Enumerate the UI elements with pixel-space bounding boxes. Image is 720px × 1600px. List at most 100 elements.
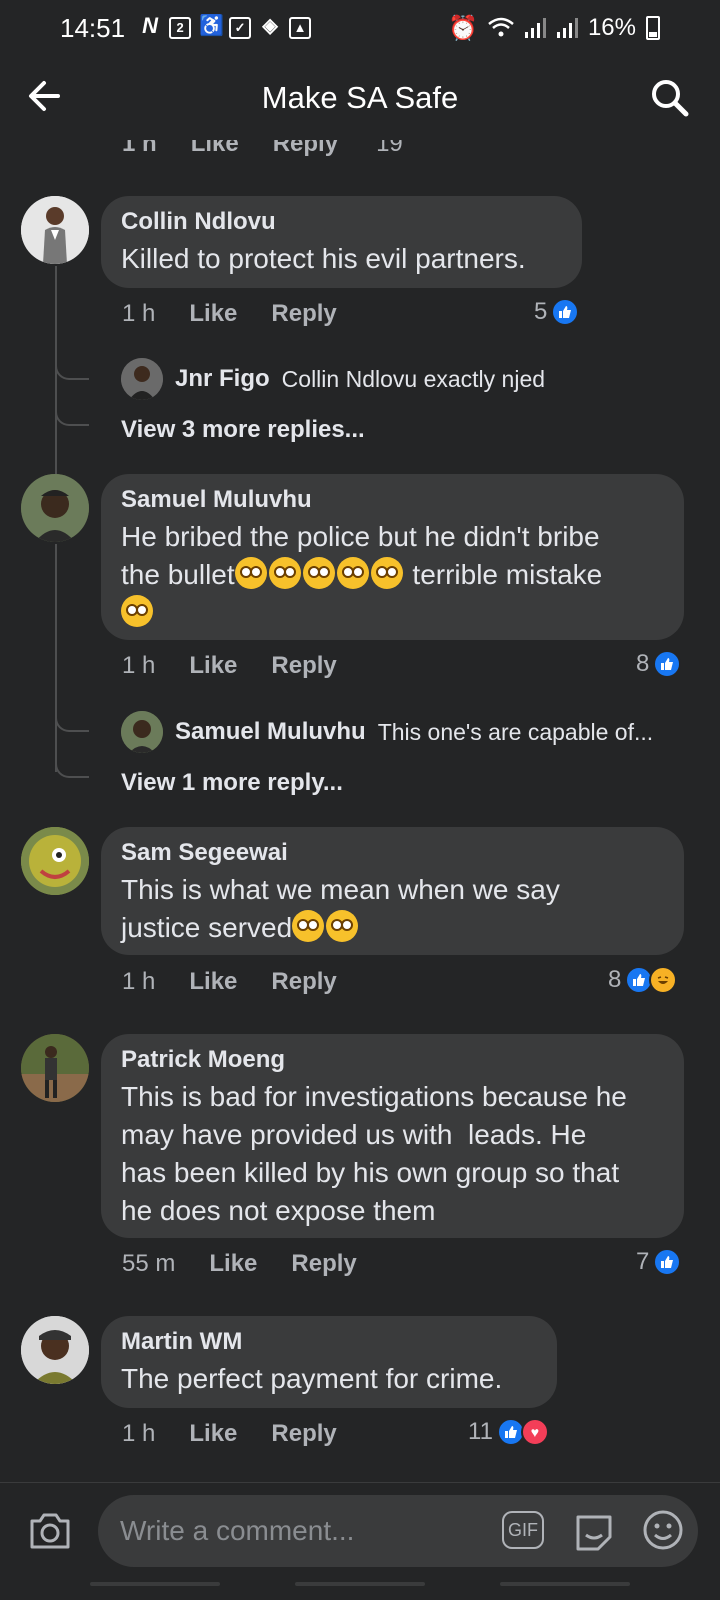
reply-button[interactable]: Reply [291,1250,356,1278]
commenter-name[interactable]: Patrick Moeng [121,1046,664,1074]
reaction-count: 11 [468,1418,493,1445]
signal-icon [524,18,546,38]
reaction-count: 5 [534,298,548,325]
diamond-icon: ◈ [262,15,278,37]
reaction-count[interactable]: 19 [376,140,403,158]
comment-text: This is what we mean when we say justice… [121,871,664,947]
comment-text-line: justice served [121,912,293,943]
reaction-summary[interactable]: 11 ♥ [468,1418,549,1446]
comment-time: 1 h [122,652,156,679]
netflix-icon: N [142,13,159,38]
system-nav-bar [0,1582,720,1600]
reaction-summary[interactable]: 5 [534,298,580,326]
reply-author[interactable]: Samuel Muluvhu [175,718,366,746]
accessibility-icon: ♿ [199,15,224,37]
like-button[interactable]: Like [209,1250,257,1278]
avatar[interactable] [21,196,89,264]
comment-text-line: has been killed by his own group so that [121,1157,620,1188]
comment-bubble[interactable]: Samuel Muluvhu He bribed the police but … [101,474,684,640]
comment-bubble[interactable]: Sam Segeewai This is what we mean when w… [101,827,684,955]
comment-time: 1 h [122,1420,156,1447]
reply-button[interactable]: Reply [271,300,336,328]
view-more-replies[interactable]: View 3 more replies... [121,416,365,444]
calendar-icon: 2 [169,17,192,39]
smiley-icon [643,1510,683,1550]
reply-button[interactable]: Reply [271,968,336,996]
wifi-icon [488,17,514,37]
avatar[interactable] [121,358,163,400]
back-button[interactable] [24,76,72,120]
reaction-summary[interactable]: 7 [636,1248,682,1276]
like-button[interactable]: Like [189,300,237,328]
reply-text: This one's are capable of... [377,718,654,745]
comment-bubble[interactable]: Patrick Moeng This is bad for investigat… [101,1034,684,1238]
commenter-name[interactable]: Sam Segeewai [121,839,664,867]
status-bar: 14:51 N 2 ♿ ✓ ◈ ▲ ⏰ 16% [0,0,720,56]
reaction-count: 8 [608,966,622,993]
reply-author[interactable]: Jnr Figo [175,365,270,393]
emoji-button[interactable] [642,1509,684,1551]
like-button[interactable]: Like [189,652,237,680]
view-more-replies[interactable]: View 1 more reply... [121,769,343,797]
flushed-emoji-icon [234,557,267,589]
thumbs-up-icon [653,650,682,678]
heart-icon: ♥ [520,1418,549,1446]
thread-line [55,266,57,506]
like-button[interactable]: Like [189,968,237,996]
avatar[interactable] [21,827,89,895]
comment-text-line: This is bad for investigations because h… [121,1081,627,1112]
comment-text-line: he does not expose them [121,1195,436,1226]
sticker-button[interactable] [572,1509,616,1553]
flushed-emoji-icon [302,557,335,589]
notification-icons: N 2 ♿ ✓ ◈ ▲ [139,13,312,39]
page-title: Make SA Safe [261,80,459,115]
search-button[interactable] [650,78,694,122]
comment-actions: 1 h Like Reply [122,1420,337,1448]
comment-text-line: He bribed the police but he didn't bribe [121,521,600,552]
thread-elbow [55,400,89,426]
avatar[interactable] [121,711,163,753]
reply-button[interactable]: Reply [271,652,336,680]
laughing-face-icon [649,966,678,994]
like-button[interactable]: Like [189,1420,237,1448]
avatar[interactable] [21,1316,89,1384]
reply-preview[interactable]: Jnr Figo Collin Ndlovu exactly njed [121,358,545,400]
like-button[interactable]: Like [191,140,239,158]
comment-time: 55 m [122,1250,176,1277]
comment-time: 1 h [122,140,157,157]
thread-elbow [55,752,89,778]
signal-icon-2 [556,18,578,38]
camera-button[interactable] [28,1511,72,1555]
comment-text-line: terrible mistake [404,559,603,590]
thread-line [55,544,57,772]
system-icons: ⏰ 16% [448,14,660,43]
reply-button[interactable]: Reply [271,1420,336,1448]
alarm-icon: ⏰ [448,14,478,42]
comment-text-line: This is what we mean when we say [121,874,560,905]
search-icon [652,80,689,117]
commenter-name[interactable]: Samuel Muluvhu [121,486,664,514]
comment-bubble[interactable]: Martin WM The perfect payment for crime. [101,1316,557,1408]
reaction-summary[interactable]: 8 [608,966,678,994]
comment-actions: 1 h Like Reply [122,968,337,996]
thumbs-up-icon [551,298,580,326]
comments-feed[interactable]: 1 h Like Reply 19 Collin Ndlovu Killed t… [0,140,720,1484]
reply-button[interactable]: Reply [273,140,338,158]
crying-laughing-emoji-icon [292,910,325,942]
reaction-count: 7 [636,1248,650,1275]
avatar[interactable] [21,1034,89,1102]
app-header: Make SA Safe [0,56,720,140]
partial-comment-actions: 1 h Like Reply 19 [122,140,403,158]
gif-button[interactable]: GIF [502,1511,544,1549]
comment-bubble[interactable]: Collin Ndlovu Killed to protect his evil… [101,196,582,288]
thread-elbow [55,350,89,380]
commenter-name[interactable]: Martin WM [121,1328,537,1356]
reply-preview[interactable]: Samuel Muluvhu This one's are capable of… [121,711,653,753]
comment-text-line: may have provided us with leads. He [121,1119,587,1150]
avatar[interactable] [21,474,89,542]
commenter-name[interactable]: Collin Ndlovu [121,208,562,236]
thread-elbow [55,702,89,732]
sticker-icon [576,1515,612,1551]
arrow-left-icon [29,81,60,111]
reaction-summary[interactable]: 8 [636,650,682,678]
